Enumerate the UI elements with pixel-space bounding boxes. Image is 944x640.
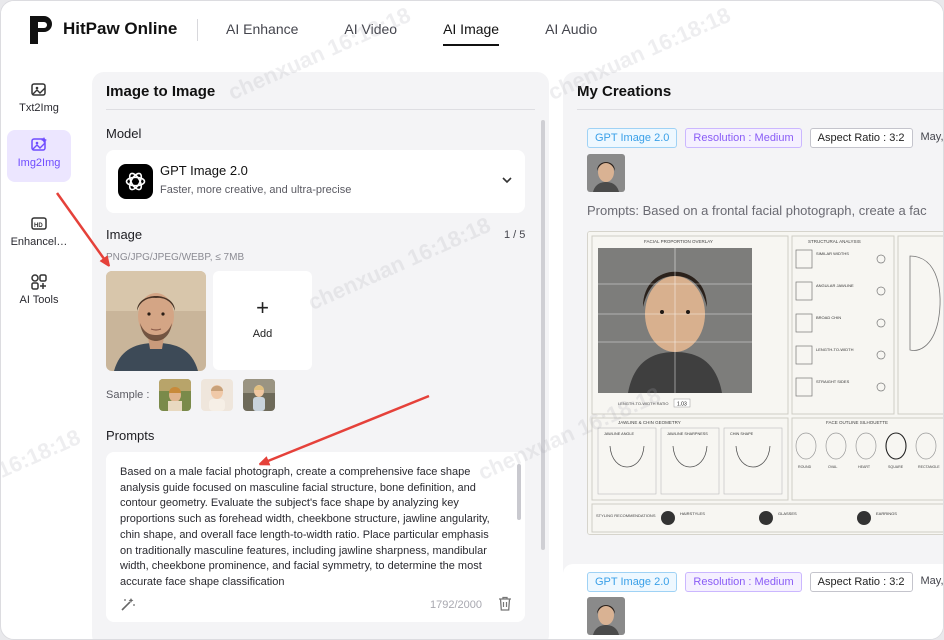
prompt-scrollbar[interactable] [517,464,521,520]
model-name: GPT Image 2.0 [160,163,248,178]
main-nav: AI Enhance AI Video AI Image AI Audio [215,1,632,59]
overlay-title: FACIAL PROPORTION OVERLAY [644,239,713,244]
chevron-down-icon [502,177,512,184]
my-creations-panel: My Creations GPT Image 2.0 Resolution : … [563,72,944,639]
structure-item-label: BROAD CHIN [816,315,841,320]
app-window: HitPaw Online AI Enhance AI Video AI Ima… [0,0,944,640]
watermark-text: 16:18:18 [0,424,85,483]
sample-image-2[interactable] [201,379,233,411]
enhancer-icon: HD [31,217,47,230]
styling-item-label: EARRINGS [876,511,897,516]
image-to-image-panel: Image to Image Model GPT Image 2.0 Faste… [92,72,549,639]
rail-item-enhancer[interactable]: HD Enhancel… [7,209,71,261]
styling-item-label: HAIRSTYLES [680,511,705,516]
structure-item-label: ANGULAR JAWLINE [816,283,854,288]
ratio-label: LENGTH-TO-WIDTH RATIO [618,401,669,406]
model-tag: GPT Image 2.0 [587,128,678,148]
rail-item-img2img[interactable]: Img2Img [7,130,71,182]
styling-icon [857,511,871,525]
divider [106,109,535,110]
add-image-button[interactable]: + Add [213,271,312,370]
silhouette-label: RECTANGLE [918,465,940,469]
image-format-hint: PNG/JPG/JPEG/WEBP, ≤ 7MB [106,252,245,263]
aspect-ratio-tag: Aspect Ratio : 3:2 [809,572,913,592]
tools-icon [31,274,47,290]
panel-scrollbar[interactable] [541,120,545,550]
silhouette-label: HEART [858,465,871,469]
nav-ai-video[interactable]: AI Video [333,1,408,59]
rail-label-txt2img: Txt2Img [19,102,59,114]
nav-ai-enhance[interactable]: AI Enhance [215,1,309,59]
reference-face-thumbnail[interactable] [587,154,625,192]
add-label: Add [252,328,273,340]
character-count: 1792/2000 [430,599,482,611]
rail-item-ai-tools[interactable]: AI Tools [7,267,71,319]
rail-item-txt2img[interactable]: Txt2Img [7,75,71,127]
openai-model-icon [118,164,153,199]
structure-item-label: SIMILAR WIDTHS [816,251,849,256]
generated-face-analysis-image[interactable]: FACIAL PROPORTION OVERLAY LENGTH-TO-WIDT… [587,231,943,535]
resolution-tag: Resolution : Medium [685,128,802,148]
jaw-item-label: JAWLINE ANGLE [604,432,634,436]
creation-prompt-preview: Prompts: Based on a frontal facial photo… [587,203,927,218]
nav-ai-audio[interactable]: AI Audio [534,1,608,59]
styling-label: STYLING RECOMMENDATIONS [596,513,656,518]
ratio-value: 1.03 [677,402,687,408]
image-count: 1 / 5 [504,229,526,241]
brand-name[interactable]: HitPaw Online [63,19,177,39]
styling-icon [759,511,773,525]
jaw-title: JAWLINE & CHIN GEOMETRY [618,420,681,425]
image-to-image-icon [31,137,47,151]
model-tag: GPT Image 2.0 [587,572,678,592]
svg-text:HD: HD [34,223,43,229]
model-description: Faster, more creative, and ultra-precise [160,184,352,196]
top-header: HitPaw Online AI Enhance AI Video AI Ima… [1,1,943,59]
sample-label: Sample : [106,389,150,401]
creation-date: May, [920,575,944,587]
resolution-tag: Resolution : Medium [685,572,802,592]
silhouette-label: OVAL [828,465,837,469]
structure-item-label: STRAIGHT SIDES [816,379,850,384]
styling-item-label: GLASSES [778,511,797,516]
jaw-item-label: CHIN SHAPE [730,432,754,436]
rail-label-img2img: Img2Img [17,157,61,169]
structure-item-label: LENGTH-TO-WIDTH [816,347,854,352]
rail-label-enhancer: Enhancel… [10,236,68,248]
panel-title: My Creations [577,83,672,100]
creation-tags: GPT Image 2.0 Resolution : Medium Aspect… [587,128,944,148]
panel-title: Image to Image [106,83,216,100]
header-divider [197,19,198,41]
creation-date: May, [920,131,944,143]
structural-title: STRUCTURAL ANALYSIS [808,239,861,244]
silhouette-title: FACE OUTLINE SILHOUETTE [826,420,888,425]
rail-label-ai-tools: AI Tools [19,294,59,306]
reference-face-thumbnail[interactable] [587,597,625,635]
silhouette-label: ROUND [798,465,812,469]
prompts-label: Prompts [106,428,155,443]
image-label: Image [106,227,143,242]
trash-icon[interactable] [498,596,512,611]
prompt-input[interactable]: Based on a male facial photograph, creat… [106,452,525,622]
model-selector[interactable]: GPT Image 2.0 Faster, more creative, and… [106,150,525,213]
prompt-text[interactable]: Based on a male facial photograph, creat… [120,465,502,591]
sample-image-3[interactable] [243,379,275,411]
styling-icon [661,511,675,525]
silhouette-label: SQUARE [888,465,904,469]
uploaded-image-thumbnail[interactable] [106,271,206,371]
plus-icon: + [256,295,269,320]
nav-ai-image[interactable]: AI Image [432,1,510,59]
divider [577,109,943,110]
creation-tags: GPT Image 2.0 Resolution : Medium Aspect… [587,572,944,592]
sample-image-1[interactable] [159,379,191,411]
text-to-image-icon [31,83,46,96]
magic-wand-icon[interactable] [120,596,136,612]
model-label: Model [106,126,142,141]
creation-card-2: GPT Image 2.0 Resolution : Medium Aspect… [563,564,944,639]
jaw-item-label: JAWLINE SHARPNESS [667,432,708,436]
hitpaw-logo-icon[interactable] [27,13,55,47]
aspect-ratio-tag: Aspect Ratio : 3:2 [809,128,913,148]
